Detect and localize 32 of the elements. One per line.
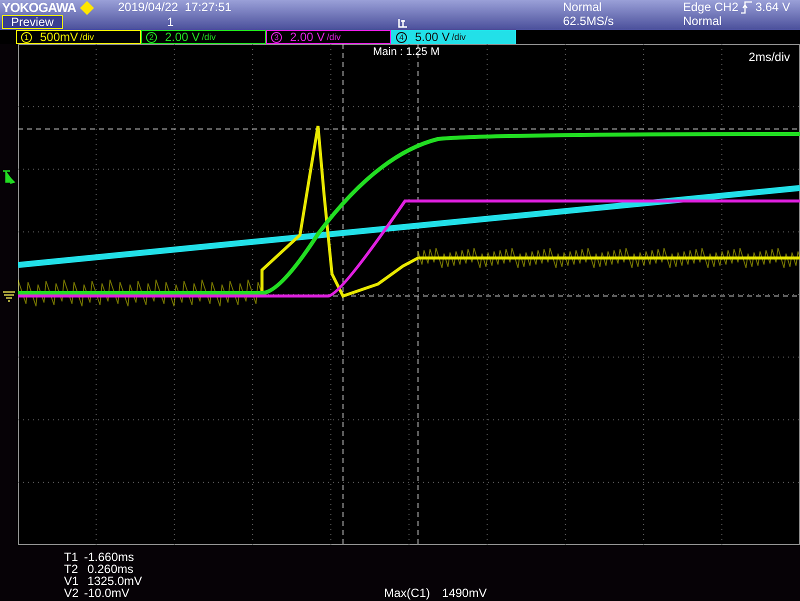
datetime-text: 2019/04/22 17:27:51	[118, 0, 232, 15]
channel-scale-tab[interactable]: 2 2.00 V /div	[141, 30, 266, 44]
cursor-label: V1	[64, 575, 80, 587]
acquisition-mode: Normal	[563, 0, 603, 14]
channel-scale-tab[interactable]: 4 5.00 V /div	[391, 30, 516, 44]
channel-scale-tab[interactable]: 1 500mV /div	[16, 30, 141, 44]
trigger-mode: Normal	[683, 14, 723, 28]
preview-badge: Preview	[2, 15, 63, 29]
timebase-label: 2ms/div	[748, 50, 790, 64]
trigger-position-icon	[398, 18, 408, 28]
cursor-line[interactable]	[342, 44, 344, 545]
cursor-value: -10.0mV	[84, 587, 130, 599]
channel-scale-tab[interactable]: 3 2.00 V /div	[266, 30, 391, 44]
trigger-source: Edge CH2	[683, 0, 738, 14]
trigger-level-marker-icon	[2, 170, 16, 184]
diamond-icon	[80, 0, 94, 14]
measurement-label: Max(C1)	[384, 587, 430, 599]
zoom-label: Main : 1.25 M	[373, 46, 440, 58]
cursor-value: 0.260ms	[86, 563, 134, 575]
sample-rate: 62.5MS/s	[563, 14, 615, 28]
cursor-line[interactable]	[18, 128, 800, 130]
cursor-value: -1.660ms	[84, 551, 134, 563]
cursor-label: T2	[64, 563, 80, 575]
rising-edge-icon	[741, 0, 752, 14]
brand-logo: YOKOGAWA	[2, 0, 76, 15]
trigger-level: 3.64 V	[755, 0, 790, 14]
ground-marker-icon	[3, 290, 15, 304]
cursor-label: V2	[64, 587, 80, 599]
record-number: 1	[166, 15, 175, 29]
cursor-value: 1325.0mV	[86, 575, 142, 587]
cursor-label: T1	[64, 551, 80, 563]
measurement-value: 1490mV	[442, 587, 487, 599]
